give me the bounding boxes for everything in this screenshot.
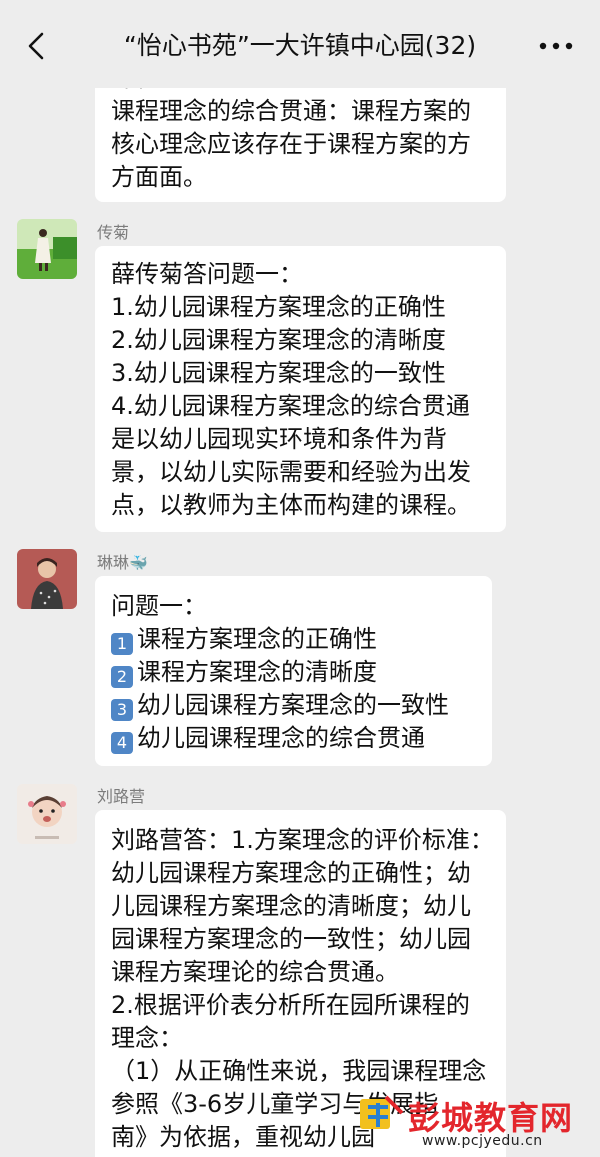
list-item-text: 课程方案理念的清晰度	[137, 658, 377, 686]
message-line: 核心理念应该存在于课程方案的方	[111, 130, 471, 158]
message-line: 1.幼儿园课程方案理念的正确性	[111, 293, 446, 321]
keycap-number: 2	[111, 666, 133, 688]
keycap-number: 4	[111, 732, 133, 754]
more-button-overlay[interactable]	[534, 26, 578, 66]
avatar[interactable]	[17, 784, 77, 844]
sender-name-text: 琳琳	[97, 553, 130, 572]
sender-name: 刘路营	[97, 787, 146, 806]
sender-name: 琳琳🐳	[97, 552, 148, 574]
list-item: 1 课程方案理念的正确性	[111, 623, 476, 656]
message-line: 是以幼儿园现实环境和条件为背	[111, 425, 447, 453]
message-line: 儿园课程方案理念的清晰度；幼儿	[111, 892, 471, 920]
message-line: 问题一：	[111, 592, 207, 620]
avatar[interactable]	[17, 219, 77, 279]
list-item-text: 课程方案理念的正确性	[137, 625, 377, 653]
message-line: 薛传菊答问题一：	[111, 260, 303, 288]
message-line: 课程理念的综合贯通：课程方案的	[111, 97, 471, 125]
message-line: 点，以教师为主体而构建的课程。	[111, 491, 471, 519]
list-item-text: 幼儿园课程方案理念的一致性	[137, 691, 449, 719]
avatar[interactable]	[17, 549, 77, 609]
message-line: 园课程方案理念的一致性；幼儿园	[111, 925, 471, 953]
back-button-overlay[interactable]	[16, 24, 56, 68]
message-line: 3.幼儿园课程方案理念的一致性	[111, 359, 446, 387]
chevron-left-icon	[28, 32, 44, 60]
message-line: （1）从正确性来说，我园课程理念	[111, 1057, 487, 1085]
list-item: 2 课程方案理念的清晰度	[111, 656, 476, 689]
message-line: 刘路营答：1.方案理念的评价标准：	[111, 826, 494, 854]
more-dots-icon	[539, 42, 573, 50]
watermark-logo-icon	[360, 1095, 404, 1129]
sender-name: 传菊	[97, 223, 130, 242]
message-line: 2.幼儿园课程方案理念的清晰度	[111, 326, 446, 354]
message-line: 景，以幼儿实际需要和经验为出发	[111, 458, 471, 486]
whale-emoji: 🐳	[129, 554, 148, 572]
message-line: 课程方案理论的综合贯通。	[111, 958, 399, 986]
watermark-url: www.pcjyedu.cn	[422, 1133, 543, 1149]
list-item: 4 幼儿园课程理念的综合贯通	[111, 722, 476, 755]
message-line: 幼儿园课程方案理念的正确性；幼	[111, 859, 471, 887]
keycap-number: 1	[111, 633, 133, 655]
site-watermark: 彭城教育网 www.pcjyedu.cn	[358, 1093, 580, 1151]
keycap-number: 3	[111, 699, 133, 721]
list-item: 3 幼儿园课程方案理念的一致性	[111, 689, 476, 722]
list-item-text: 幼儿园课程理念的综合贯通	[137, 724, 425, 752]
message-line: 理念：	[111, 1024, 183, 1052]
chat-title-overlay: “怡心书苑”一大许镇中心园(32)	[123, 31, 477, 60]
message-line: 方面面。	[111, 163, 207, 191]
message-bubble[interactable]: 薛传菊答问题一： 1.幼儿园课程方案理念的正确性 2.幼儿园课程方案理念的清晰度…	[95, 246, 506, 532]
message-line: 2.根据评价表分析所在园所课程的	[111, 991, 470, 1019]
message-line: 4.幼儿园课程方案理念的综合贯通	[111, 392, 470, 420]
message-bubble[interactable]: 问题一： 1 课程方案理念的正确性 2 课程方案理念的清晰度 3 幼儿园课程方案理念的…	[95, 576, 492, 766]
